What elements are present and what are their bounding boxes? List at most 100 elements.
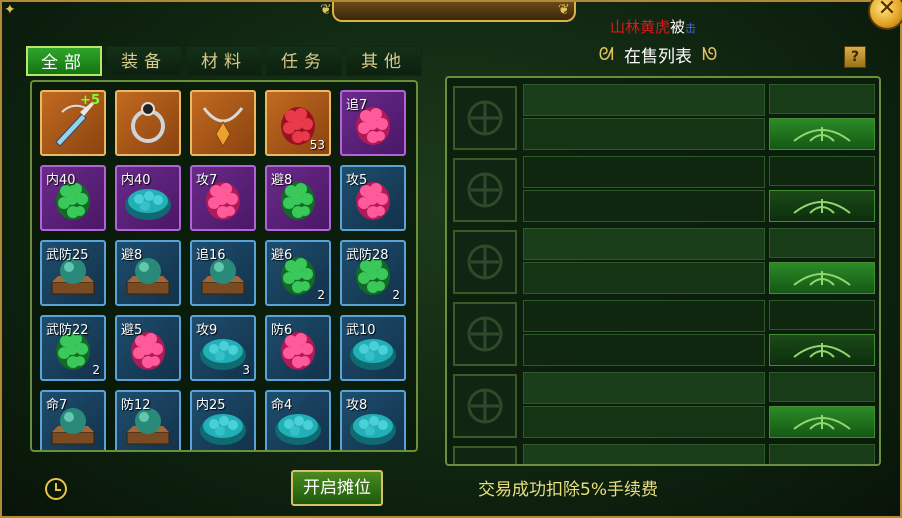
inventory-slot[interactable]: 追16	[190, 240, 256, 306]
inventory-slot[interactable]: +5	[40, 90, 106, 156]
stall-emblem-icon	[453, 446, 517, 464]
item-stat-label: 攻5	[346, 173, 368, 188]
inventory-slot[interactable]: 命4	[265, 390, 331, 450]
close-button[interactable]: ✕	[868, 0, 902, 30]
item-stat-label: 防6	[271, 323, 293, 338]
item-stat-label: 追7	[346, 98, 368, 113]
sale-item-price-bar	[523, 406, 765, 438]
tab-quest[interactable]: 任务	[266, 46, 342, 76]
sale-slot-row[interactable]	[453, 84, 875, 150]
inventory-slot[interactable]: 防12	[115, 390, 181, 450]
inventory-slot[interactable]	[115, 90, 181, 156]
amulet-icon	[192, 92, 254, 154]
sale-slot-button[interactable]	[769, 118, 875, 150]
sale-list-panel	[445, 76, 881, 466]
inventory-slot[interactable]: 武防22 2	[40, 315, 106, 381]
sale-slot-side-panel	[769, 444, 875, 464]
item-stat-label: 避8	[271, 173, 293, 188]
sale-slot-button[interactable]	[769, 406, 875, 438]
item-stat-label: 追16	[196, 248, 226, 263]
stall-emblem-icon	[453, 86, 517, 150]
sale-slot-row[interactable]	[453, 156, 875, 222]
sale-item-name-bar	[523, 372, 765, 404]
title-plate: ❦ ❦	[320, 2, 576, 22]
sale-slot-row[interactable]	[453, 228, 875, 294]
item-stat-label: 避5	[121, 323, 143, 338]
stall-window: ✦ ❦ ❦ ✕ 山林黄虎被击 全部 装备 材料 任务 其他 +5 53 追7 内…	[0, 0, 902, 518]
inventory-slot[interactable]: 追7	[340, 90, 406, 156]
clock-icon[interactable]	[45, 478, 67, 500]
inventory-slot[interactable]: 53	[265, 90, 331, 156]
fan-ornament-icon	[770, 199, 874, 225]
item-stat-label: 内40	[121, 173, 151, 188]
sale-list-header: ᘛ 在售列表 ᘚ	[570, 42, 746, 67]
help-button[interactable]: ?	[844, 46, 866, 68]
item-stat-label: 内40	[46, 173, 76, 188]
broadcast-message: 山林黄虎被击	[610, 16, 696, 37]
sale-item-name-bar	[523, 444, 765, 464]
inventory-slot[interactable]: 内40	[115, 165, 181, 231]
tab-all[interactable]: 全部	[26, 46, 102, 76]
sale-slot-button[interactable]	[769, 262, 875, 294]
item-stat-label: 攻9	[196, 323, 218, 338]
inventory-slot[interactable]: 攻8	[340, 390, 406, 450]
sale-slot-side-panel	[769, 156, 875, 186]
item-stat-label: 武10	[346, 323, 376, 338]
item-count: 3	[242, 363, 250, 377]
sale-slot-side-panel	[769, 84, 875, 114]
inventory-slot[interactable]	[190, 90, 256, 156]
item-stat-label: 武防28	[346, 248, 389, 263]
sale-slot-side-panel	[769, 372, 875, 402]
stall-emblem-icon	[453, 158, 517, 222]
inventory-slot[interactable]: 攻5	[340, 165, 406, 231]
tab-materials[interactable]: 材料	[186, 46, 262, 76]
sale-item-name-bar	[523, 156, 765, 188]
item-count: 2	[392, 288, 400, 302]
inventory-slot[interactable]: 攻7	[190, 165, 256, 231]
fan-ornament-icon	[770, 271, 874, 297]
sale-item-price-bar	[523, 262, 765, 294]
inventory-grid: +5 53 追7 内40 内40 攻7 避8 攻5 武防25 避8 追16 避6…	[40, 90, 406, 450]
item-count: 53	[309, 138, 325, 152]
inventory-slot[interactable]: 内40	[40, 165, 106, 231]
inventory-slot[interactable]: 命7	[40, 390, 106, 450]
sale-slot-row[interactable]	[453, 300, 875, 366]
inventory-slot[interactable]: 武防28 2	[340, 240, 406, 306]
fan-ornament-icon	[770, 127, 874, 153]
sale-slot-button[interactable]	[769, 334, 875, 366]
inventory-slot[interactable]: 避6 2	[265, 240, 331, 306]
enhance-level: +5	[80, 93, 100, 108]
item-stat-label: 命4	[271, 398, 293, 413]
inventory-slot[interactable]: 武防25	[40, 240, 106, 306]
item-stat-label: 命7	[46, 398, 68, 413]
sale-slot-side-panel	[769, 300, 875, 330]
cloud-ornament-icon: ᘛ	[598, 43, 614, 65]
inventory-slot[interactable]: 内25	[190, 390, 256, 450]
inventory-slot[interactable]: 避8	[265, 165, 331, 231]
broadcast-player-name: 山林黄虎	[610, 18, 671, 36]
open-stall-button[interactable]: 开启摊位	[291, 470, 383, 506]
broadcast-text: 被	[670, 18, 686, 36]
sale-slot-row[interactable]	[453, 444, 875, 464]
inventory-slot[interactable]: 武10	[340, 315, 406, 381]
inventory-slot[interactable]: 攻9 3	[190, 315, 256, 381]
sale-slot-button[interactable]	[769, 190, 875, 222]
corner-ornament-icon: ✦	[4, 2, 16, 18]
inventory-slot[interactable]: 避8	[115, 240, 181, 306]
sale-item-name-bar	[523, 228, 765, 260]
item-stat-label: 武防22	[46, 323, 89, 338]
fan-ornament-icon	[770, 343, 874, 369]
inventory-slot[interactable]: 避5	[115, 315, 181, 381]
inventory-slot[interactable]: 防6	[265, 315, 331, 381]
tab-other[interactable]: 其他	[346, 46, 422, 76]
stall-emblem-icon	[453, 302, 517, 366]
item-stat-label: 避6	[271, 248, 293, 263]
sale-slot-row[interactable]	[453, 372, 875, 438]
item-count: 2	[317, 288, 325, 302]
fee-notice: 交易成功扣除5%手续费	[478, 480, 658, 500]
sale-item-price-bar	[523, 118, 765, 150]
category-tabs: 全部 装备 材料 任务 其他	[26, 46, 422, 76]
broadcast-tail: 击	[685, 22, 697, 35]
tab-equipment[interactable]: 装备	[106, 46, 182, 76]
sale-slot-side-panel	[769, 228, 875, 258]
